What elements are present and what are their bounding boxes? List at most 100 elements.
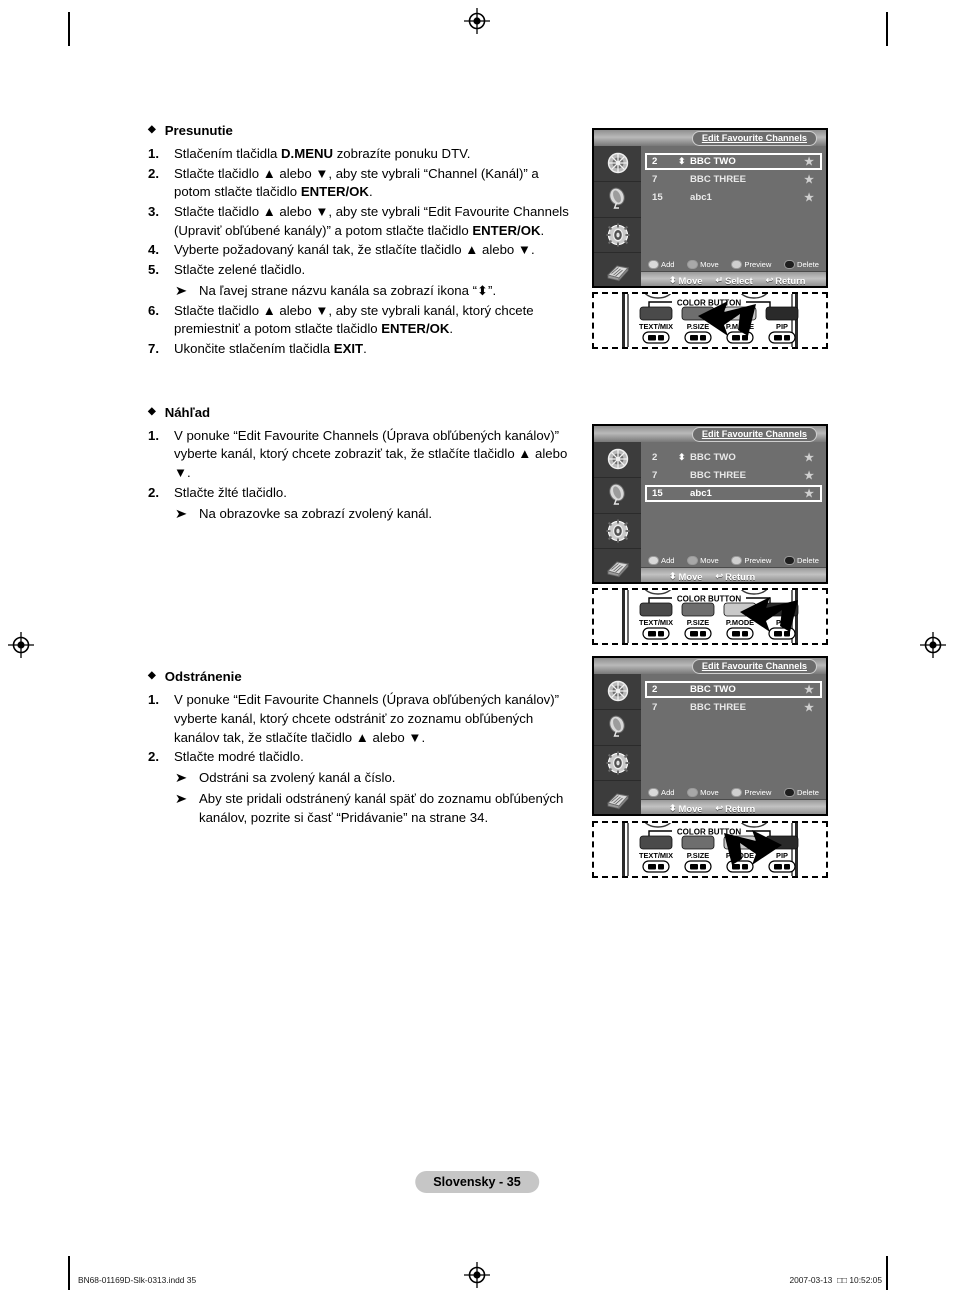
favourite-star-icon: ★ bbox=[804, 470, 814, 482]
osd-channel-row[interactable]: 7 BBC THREE ★ bbox=[645, 467, 822, 484]
step-text: Stlačte zelené tlačidlo. bbox=[174, 262, 306, 278]
color-button-move[interactable]: Move bbox=[687, 260, 719, 269]
color-button-delete[interactable]: Delete bbox=[784, 788, 819, 797]
svg-text:TEXT/MIX: TEXT/MIX bbox=[639, 618, 673, 627]
color-button-move[interactable]: Move bbox=[687, 788, 719, 797]
osd-channel-row[interactable]: 2 BBC TWO ★ bbox=[645, 681, 822, 698]
step-item: 5. Stlačte zelené tlačidlo. bbox=[148, 261, 578, 280]
indd-file-meta: BN68-01169D-Slk-0313.indd 35 bbox=[78, 1275, 197, 1285]
step-number: 1. bbox=[148, 427, 159, 443]
registration-mark-left bbox=[8, 632, 34, 658]
nav-action-move[interactable]: ⬍ Move bbox=[669, 275, 703, 286]
antenna-icon[interactable] bbox=[594, 442, 641, 478]
section-heading-label: Náhľad bbox=[164, 404, 211, 420]
antenna-icon[interactable] bbox=[594, 146, 641, 182]
svg-text:P.SIZE: P.SIZE bbox=[687, 618, 710, 627]
diamond-bullet-icon: ◆ bbox=[148, 124, 156, 135]
nav-action-move[interactable]: ⬍ Move bbox=[669, 803, 703, 814]
osd-title-bar: Edit Favourite Channels bbox=[594, 130, 826, 146]
color-button-preview[interactable]: Preview bbox=[731, 260, 771, 269]
color-dot-icon bbox=[648, 788, 659, 797]
nav-action-move[interactable]: ⬍ Move bbox=[669, 571, 703, 582]
setup-gear-icon[interactable] bbox=[594, 514, 641, 550]
satellite-dish-icon[interactable] bbox=[594, 478, 641, 514]
color-button-preview[interactable]: Preview bbox=[731, 788, 771, 797]
setup-gear-icon[interactable] bbox=[594, 746, 641, 782]
osd-body: 2 ⬍ BBC TWO ★ 7 BBC THREE ★ 15 abc1 ★ Add Move Previ… bbox=[594, 442, 826, 582]
manual-book-icon[interactable] bbox=[594, 781, 641, 814]
channel-number: 2 bbox=[652, 156, 658, 167]
channel-number: 15 bbox=[652, 192, 663, 203]
osd-nav-bar: ⬍ Move ↵ Select ↩ Return bbox=[641, 271, 826, 286]
nav-action-return[interactable]: ↩ Return bbox=[766, 275, 806, 286]
manual-book-icon[interactable] bbox=[594, 253, 641, 286]
step-number: 2. bbox=[148, 484, 159, 500]
color-dot-icon bbox=[784, 556, 796, 565]
svg-text:COLOR BUTTON: COLOR BUTTON bbox=[677, 299, 742, 308]
osd-channel-row[interactable]: 7 BBC THREE ★ bbox=[645, 699, 822, 716]
note-text: Na obrazovke sa zobrazí zvolený kanál. bbox=[199, 505, 433, 521]
manual-book-icon[interactable] bbox=[594, 549, 641, 582]
step-text: Stlačte žlté tlačidlo. bbox=[174, 484, 287, 500]
osd-title-label: Edit Favourite Channels bbox=[691, 659, 817, 674]
step-text: Stlačením tlačidla D.MENU zobrazíte ponu… bbox=[174, 145, 471, 161]
osd-channel-row[interactable]: 2 ⬍ BBC TWO ★ bbox=[645, 153, 822, 170]
step-number: 7. bbox=[148, 341, 159, 357]
nav-action-return[interactable]: ↩ Return bbox=[716, 571, 756, 582]
channel-name: BBC THREE bbox=[690, 702, 746, 713]
nav-action-select[interactable]: ↵ Select bbox=[716, 275, 753, 286]
step-text: Vyberte požadovaný kanál tak, že stlačít… bbox=[174, 242, 535, 258]
color-dot-icon bbox=[648, 260, 659, 269]
osd-channel-row[interactable]: 2 ⬍ BBC TWO ★ bbox=[645, 449, 822, 466]
svg-text:PIP: PIP bbox=[776, 322, 788, 331]
color-button-add[interactable]: Add bbox=[648, 556, 675, 565]
color-button-delete[interactable]: Delete bbox=[784, 260, 819, 269]
channel-number: 7 bbox=[652, 702, 658, 713]
color-button-preview[interactable]: Preview bbox=[731, 556, 771, 565]
setup-gear-icon[interactable] bbox=[594, 218, 641, 254]
osd-menu-screen: Edit Favourite Channels 2 BBC TWO ★ 7 BBC THR… bbox=[592, 656, 828, 816]
svg-text:PIP: PIP bbox=[776, 851, 788, 860]
note-arrow-icon: ➤ bbox=[174, 505, 188, 521]
remote-control-diagram: COLOR BUTTONTEXT/MIXP.SIZEP.MODEPIP bbox=[592, 588, 828, 645]
nav-action-label: Return bbox=[725, 802, 756, 814]
manual-page: ◆ Presunutie 1. Stlačením tlačidla D.MENU z… bbox=[0, 0, 954, 1301]
favourite-star-icon: ★ bbox=[804, 452, 814, 464]
color-button-move[interactable]: Move bbox=[687, 556, 719, 565]
osd-body: 2 ⬍ BBC TWO ★ 7 BBC THREE ★ 15 abc1 ★ Add Move Previ… bbox=[594, 146, 826, 286]
color-button-add[interactable]: Add bbox=[648, 788, 675, 797]
nav-action-label: Return bbox=[775, 274, 806, 286]
step-text: Stlačte tlačidlo ▲ alebo ▼, aby ste vybr… bbox=[174, 165, 539, 200]
nav-glyph-icon: ↩ bbox=[765, 274, 774, 285]
osd-channel-row[interactable]: 15 abc1 ★ bbox=[645, 485, 822, 502]
step-item: 1. Stlačením tlačidla D.MENU zobrazíte po… bbox=[148, 145, 578, 164]
color-dot-icon bbox=[687, 556, 699, 565]
step-item: 2. Stlačte tlačidlo ▲ alebo ▼, aby ste vy… bbox=[148, 165, 578, 202]
satellite-dish-icon[interactable] bbox=[594, 710, 641, 746]
favourite-star-icon: ★ bbox=[804, 192, 814, 204]
step-list: 1. V ponuke “Edit Favourite Channels (Úpr… bbox=[148, 691, 578, 827]
channel-name: BBC TWO bbox=[690, 684, 736, 695]
antenna-icon[interactable] bbox=[594, 674, 641, 710]
registration-mark-top bbox=[464, 8, 490, 34]
step-number: 1. bbox=[148, 692, 159, 708]
step-text: V ponuke “Edit Favourite Channels (Úprav… bbox=[174, 692, 560, 745]
osd-title-bar: Edit Favourite Channels bbox=[594, 426, 826, 442]
note-arrow-icon: ➤ bbox=[174, 770, 188, 786]
section-heading-label: Odstránenie bbox=[164, 669, 242, 685]
osd-channel-row[interactable]: 15 abc1 ★ bbox=[645, 189, 822, 206]
color-button-delete[interactable]: Delete bbox=[784, 556, 819, 565]
osd-title-label: Edit Favourite Channels bbox=[691, 427, 817, 442]
remote-control-diagram: COLOR BUTTONTEXT/MIXP.SIZEP.MODEPIP bbox=[592, 821, 828, 878]
satellite-dish-icon[interactable] bbox=[594, 182, 641, 218]
color-dot-icon bbox=[648, 556, 659, 565]
step-item: 4. Vyberte požadovaný kanál tak, že stlač… bbox=[148, 241, 578, 260]
color-button-add[interactable]: Add bbox=[648, 260, 675, 269]
osd-channel-row[interactable]: 7 BBC THREE ★ bbox=[645, 171, 822, 188]
note-text: Na ľavej strane názvu kanála sa zobrazí … bbox=[199, 282, 497, 298]
step-note: ➤ Aby ste pridali odstránený kanál späť d… bbox=[174, 789, 578, 827]
step-number: 3. bbox=[148, 204, 159, 220]
osd-channel-list: 2 ⬍ BBC TWO ★ 7 BBC THREE ★ 15 abc1 ★ Add Move Previ… bbox=[641, 442, 826, 582]
nav-action-return[interactable]: ↩ Return bbox=[716, 803, 756, 814]
channel-number: 2 bbox=[652, 684, 658, 695]
